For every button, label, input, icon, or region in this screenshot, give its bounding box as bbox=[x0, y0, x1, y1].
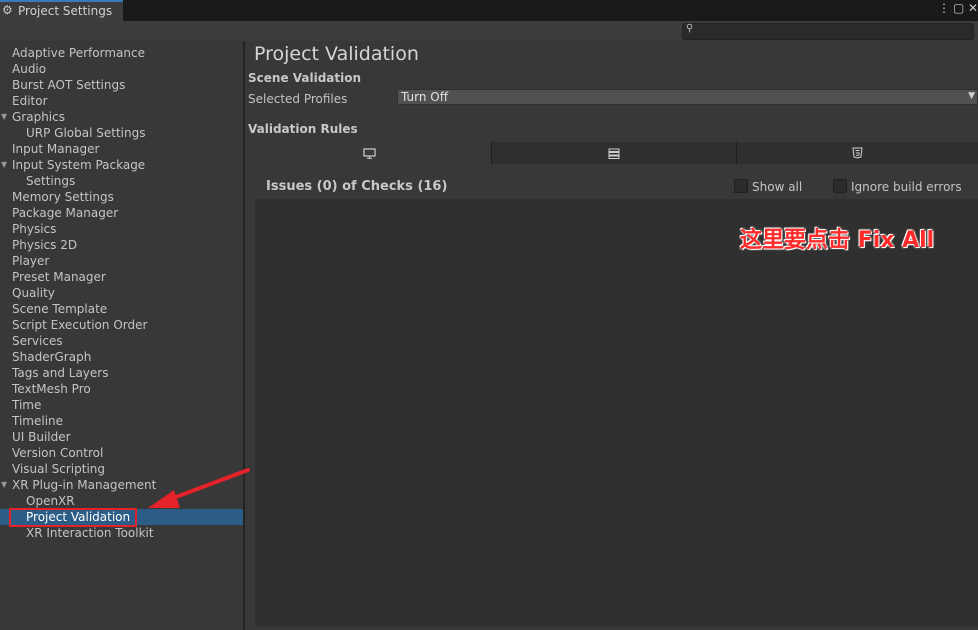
sidebar-item-xr-interaction-toolkit[interactable]: XR Interaction Toolkit bbox=[0, 525, 243, 541]
tab-server[interactable] bbox=[492, 142, 737, 164]
sidebar-item-urp-global-settings[interactable]: URP Global Settings bbox=[0, 125, 243, 141]
expand-triangle-icon[interactable]: ▼ bbox=[1, 157, 7, 173]
sidebar-item-label: Package Manager bbox=[12, 206, 119, 220]
sidebar-item-label: Adaptive Performance bbox=[12, 46, 145, 60]
sidebar-item-label: ShaderGraph bbox=[12, 350, 92, 364]
sidebar-item-package-manager[interactable]: Package Manager bbox=[0, 205, 243, 221]
tab-project-settings[interactable]: ⚙ Project Settings bbox=[0, 0, 123, 22]
title-bar: ⚙ Project Settings ⋮ ▢ ✕ bbox=[0, 0, 978, 22]
expand-triangle-icon[interactable]: ▼ bbox=[1, 109, 7, 125]
sidebar-item-label: Burst AOT Settings bbox=[12, 78, 126, 92]
server-icon bbox=[608, 146, 620, 159]
settings-sidebar: Adaptive Performance Audio Burst AOT Setti… bbox=[0, 41, 243, 630]
sidebar-item-label: Time bbox=[12, 398, 42, 412]
sidebar-item-label: Graphics bbox=[12, 110, 65, 124]
close-icon[interactable]: ✕ bbox=[968, 1, 978, 15]
sidebar-item-label: Version Control bbox=[12, 446, 104, 460]
highlight-box bbox=[9, 508, 137, 527]
sidebar-item-burst-aot-settings[interactable]: Burst AOT Settings bbox=[0, 77, 243, 93]
sidebar-item-label: Input Manager bbox=[12, 142, 100, 156]
search-row: ⚲ bbox=[0, 21, 978, 41]
sidebar-item-player[interactable]: Player bbox=[0, 253, 243, 269]
sidebar-item-label: Memory Settings bbox=[12, 190, 114, 204]
sidebar-item-version-control[interactable]: Version Control bbox=[0, 445, 243, 461]
sidebar-item-label: Player bbox=[12, 254, 50, 268]
sidebar-item-timeline[interactable]: Timeline bbox=[0, 413, 243, 429]
main-panel: Project Validation Scene Validation Sele… bbox=[245, 41, 978, 630]
sidebar-item-memory-settings[interactable]: Memory Settings bbox=[0, 189, 243, 205]
sidebar-item-label: Audio bbox=[12, 62, 47, 76]
sidebar-item-adaptive-performance[interactable]: Adaptive Performance bbox=[0, 45, 243, 61]
expand-triangle-icon[interactable]: ▼ bbox=[1, 477, 7, 493]
selected-profiles-label: Selected Profiles bbox=[248, 92, 348, 106]
more-icon[interactable]: ⋮ bbox=[938, 1, 950, 15]
selected-profiles-dropdown[interactable]: Turn Off ▼ bbox=[397, 89, 978, 105]
maximize-icon[interactable]: ▢ bbox=[953, 1, 964, 15]
sidebar-item-script-execution-order[interactable]: Script Execution Order bbox=[0, 317, 243, 333]
sidebar-item-label: Visual Scripting bbox=[12, 462, 105, 476]
sidebar-item-tags-and-layers[interactable]: Tags and Layers bbox=[0, 365, 243, 381]
sidebar-item-graphics[interactable]: ▼ Graphics bbox=[0, 109, 243, 125]
sidebar-item-preset-manager[interactable]: Preset Manager bbox=[0, 269, 243, 285]
sidebar-item-label: URP Global Settings bbox=[26, 126, 146, 140]
tab-title: Project Settings bbox=[18, 4, 113, 18]
sidebar-item-label: Script Execution Order bbox=[12, 318, 148, 332]
sidebar-item-label: Services bbox=[12, 334, 63, 348]
sidebar-item-physics[interactable]: Physics bbox=[0, 221, 243, 237]
sidebar-item-openxr[interactable]: OpenXR bbox=[0, 493, 243, 509]
show-all-checkbox[interactable] bbox=[734, 179, 748, 193]
annotation-text: 这里要点击 Fix All bbox=[740, 228, 935, 253]
ignore-build-errors-label: Ignore build errors bbox=[851, 180, 962, 194]
show-all-label: Show all bbox=[752, 180, 803, 194]
sidebar-item-label: OpenXR bbox=[26, 494, 75, 508]
sidebar-item-label: Settings bbox=[26, 174, 76, 188]
sidebar-item-label: Preset Manager bbox=[12, 270, 106, 284]
sidebar-item-ui-builder[interactable]: UI Builder bbox=[0, 429, 243, 445]
sidebar-item-label: Editor bbox=[12, 94, 48, 108]
sidebar-item-label: XR Interaction Toolkit bbox=[26, 526, 154, 540]
sidebar-item-audio[interactable]: Audio bbox=[0, 61, 243, 77]
monitor-icon bbox=[363, 146, 376, 159]
page-title: Project Validation bbox=[254, 43, 419, 65]
sidebar-item-xr-plug-in-management[interactable]: ▼ XR Plug-in Management bbox=[0, 477, 243, 493]
sidebar-item-input-system-package[interactable]: ▼ Input System Package bbox=[0, 157, 243, 173]
sidebar-item-quality[interactable]: Quality bbox=[0, 285, 243, 301]
sidebar-item-scene-template[interactable]: Scene Template bbox=[0, 301, 243, 317]
selected-profiles-value: Turn Off bbox=[401, 90, 448, 104]
sidebar-item-label: Tags and Layers bbox=[12, 366, 109, 380]
validation-rules-heading: Validation Rules bbox=[248, 122, 358, 136]
ignore-build-errors-checkbox[interactable] bbox=[833, 179, 847, 193]
sidebar-item-textmesh-pro[interactable]: TextMesh Pro bbox=[0, 381, 243, 397]
sidebar-item-label: Quality bbox=[12, 286, 55, 300]
sidebar-item-input-manager[interactable]: Input Manager bbox=[0, 141, 243, 157]
sidebar-item-label: Physics bbox=[12, 222, 57, 236]
sidebar-item-label: UI Builder bbox=[12, 430, 71, 444]
sidebar-item-services[interactable]: Services bbox=[0, 333, 243, 349]
issues-list bbox=[255, 199, 978, 626]
sidebar-item-label: XR Plug-in Management bbox=[12, 478, 157, 492]
sidebar-item-time[interactable]: Time bbox=[0, 397, 243, 413]
sidebar-item-editor[interactable]: Editor bbox=[0, 93, 243, 109]
tab-standalone[interactable] bbox=[248, 142, 492, 164]
sidebar-item-shadergraph[interactable]: ShaderGraph bbox=[0, 349, 243, 365]
sidebar-item-label: TextMesh Pro bbox=[12, 382, 91, 396]
sidebar-item-label: Timeline bbox=[12, 414, 64, 428]
issues-summary: Issues (0) of Checks (16) bbox=[266, 179, 448, 194]
html5-icon bbox=[852, 146, 863, 159]
gear-icon: ⚙ bbox=[2, 3, 13, 17]
platform-tabs bbox=[248, 142, 978, 164]
search-icon: ⚲ bbox=[686, 23, 694, 34]
tab-webgl[interactable] bbox=[737, 142, 978, 164]
sidebar-item-label: Scene Template bbox=[12, 302, 108, 316]
sidebar-item-label: Physics 2D bbox=[12, 238, 78, 252]
sidebar-item-label: Input System Package bbox=[12, 158, 146, 172]
sidebar-item-physics-2d[interactable]: Physics 2D bbox=[0, 237, 243, 253]
sidebar-item-visual-scripting[interactable]: Visual Scripting bbox=[0, 461, 243, 477]
search-input[interactable]: ⚲ bbox=[682, 23, 974, 40]
chevron-down-icon: ▼ bbox=[968, 91, 975, 101]
sidebar-item-settings[interactable]: Settings bbox=[0, 173, 243, 189]
scene-validation-heading: Scene Validation bbox=[248, 71, 362, 85]
